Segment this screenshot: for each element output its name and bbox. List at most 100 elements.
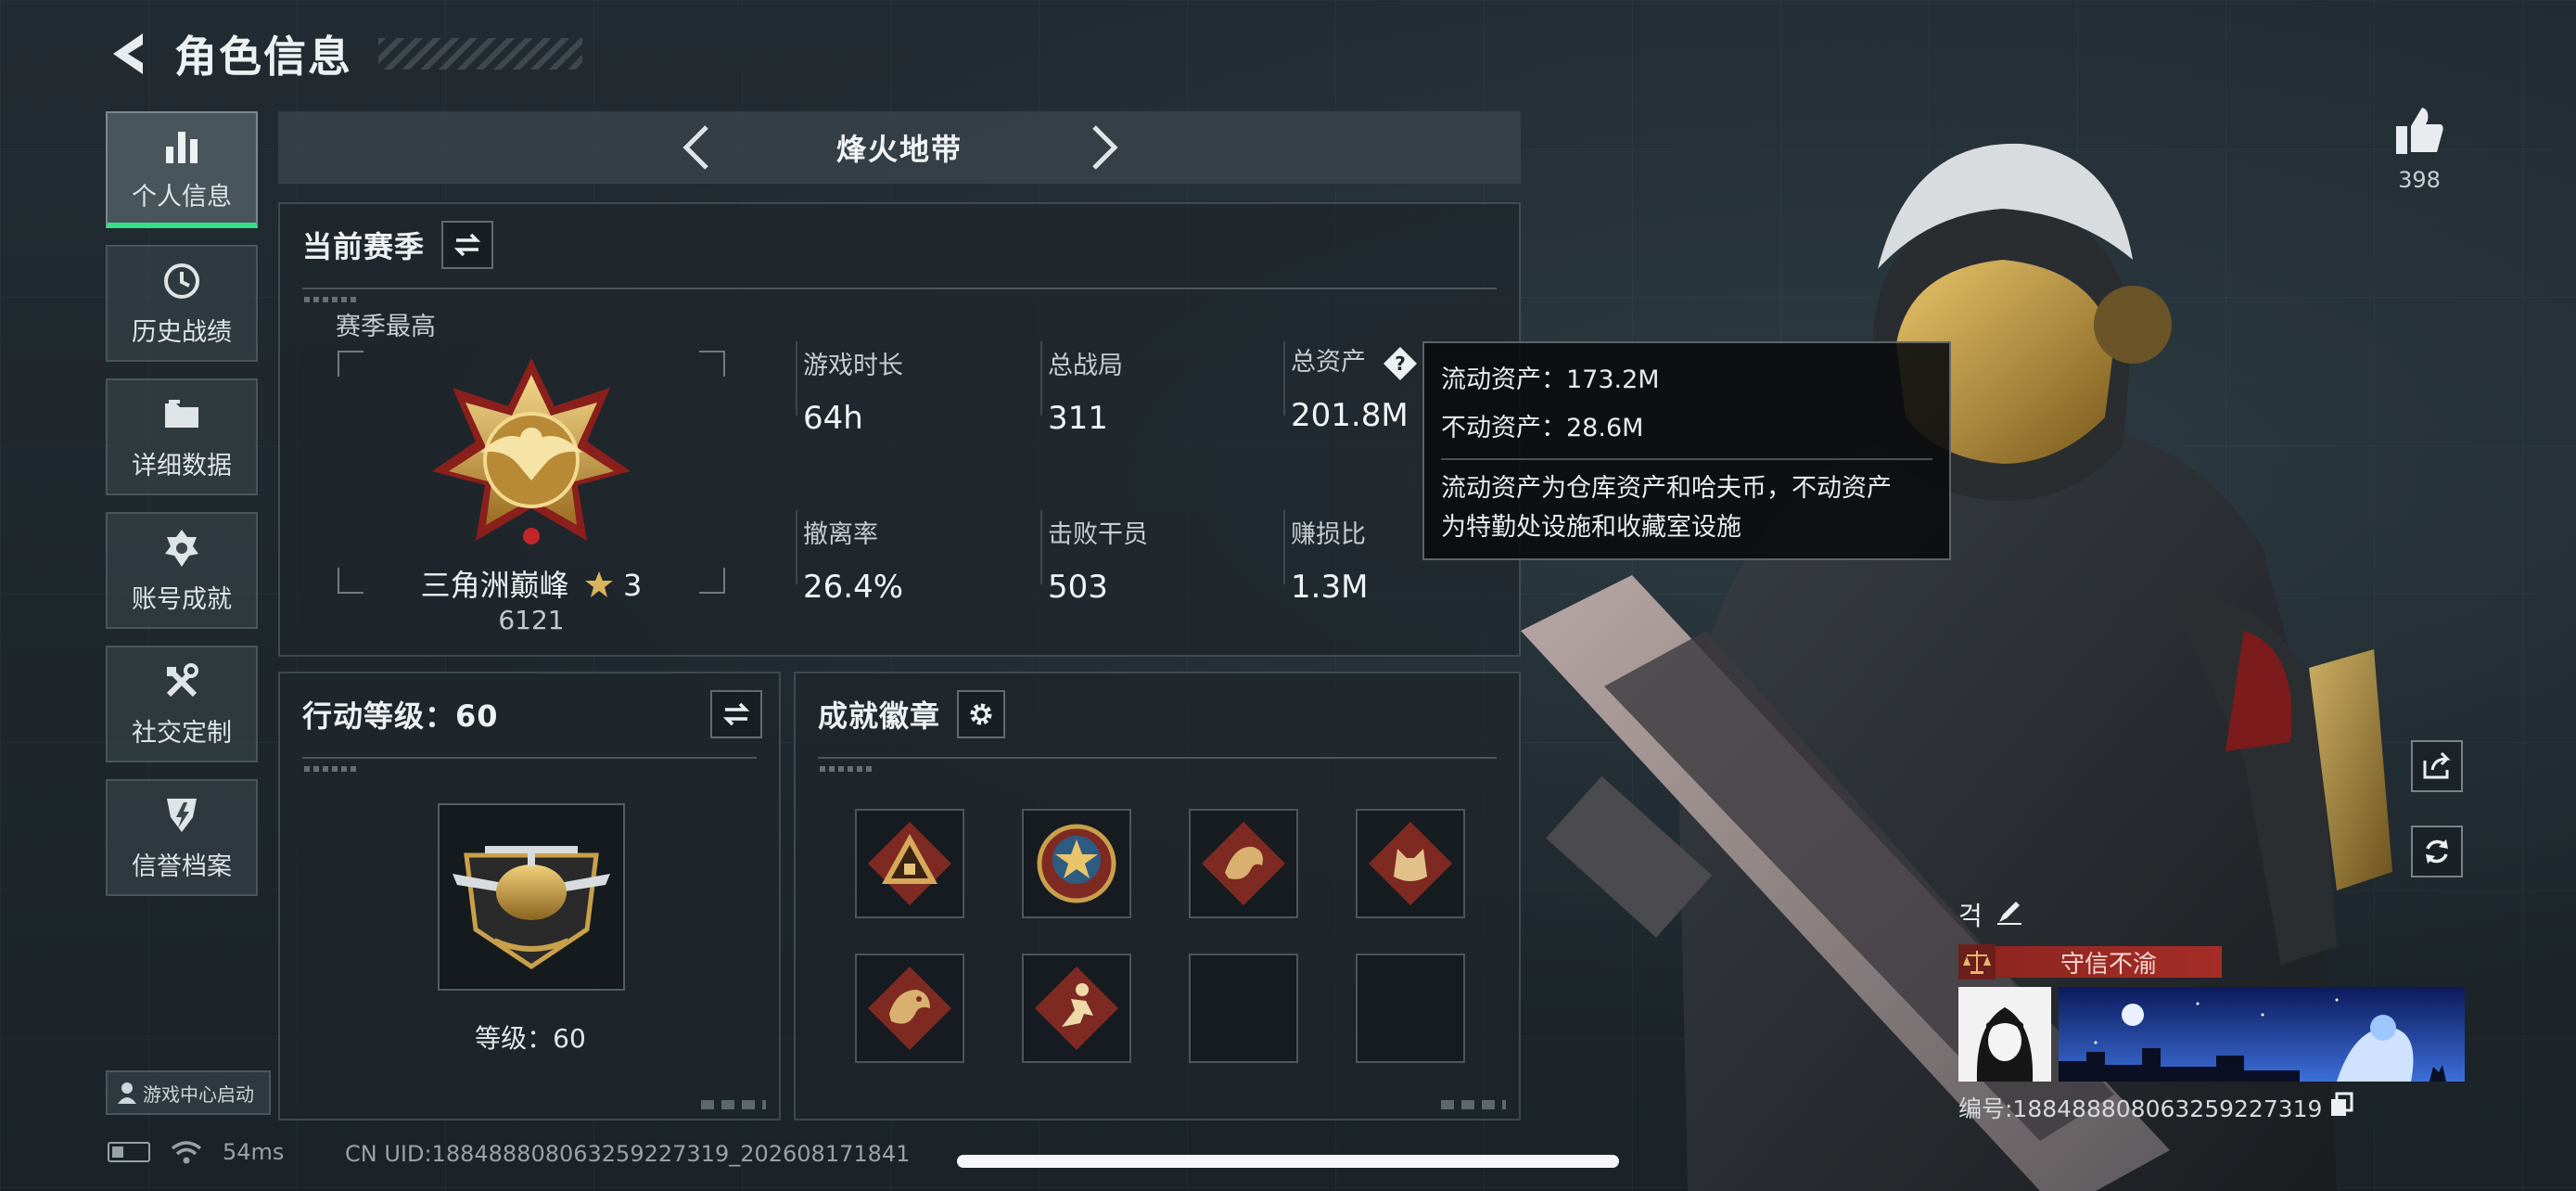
stat-value: 201.8M: [1291, 396, 1409, 434]
dragon-head-badge-icon: [868, 967, 951, 1050]
wolf-badge-icon: [1369, 822, 1452, 905]
badge-slot[interactable]: [855, 809, 964, 918]
status-bar: 54ms: [108, 1139, 284, 1165]
share-icon: [2423, 751, 2451, 779]
stat-label: 总战局: [1048, 352, 1123, 380]
player-name-row: 걱: [1958, 896, 2468, 933]
player-motto-row: 守信不渝: [1958, 944, 2468, 980]
corner-decoration: [1441, 1100, 1506, 1109]
divider-dots: [304, 766, 360, 772]
copy-uid-button[interactable]: [2329, 1092, 2353, 1123]
level-header: 行动等级：60: [302, 690, 762, 738]
battery-icon: [108, 1142, 150, 1162]
bar-chart-icon: [160, 124, 203, 167]
like-button[interactable]: 398: [2392, 104, 2446, 193]
level-emblem: [438, 803, 625, 991]
refresh-button[interactable]: [2411, 826, 2463, 877]
nav-item-detail-data[interactable]: 详细数据: [106, 378, 258, 495]
badge-slot-empty[interactable]: [1189, 954, 1298, 1063]
divider: [302, 288, 1497, 289]
avatar[interactable]: [1958, 987, 2051, 1082]
nav-item-social[interactable]: 社交定制: [106, 646, 258, 762]
nav-item-history[interactable]: 历史战绩: [106, 245, 258, 362]
action-level-panel: 行动等级：60 等级：60: [278, 672, 781, 1121]
swap-icon: [453, 233, 481, 257]
player-uid-row: 编号:188488808063259227319: [1958, 1091, 2468, 1124]
back-arrow-icon: [113, 33, 143, 74]
home-indicator[interactable]: [957, 1155, 1619, 1168]
stat-label-text: 总资产: [1291, 348, 1366, 377]
nav-item-achievements[interactable]: 账号成就: [106, 512, 258, 629]
badge-slot-empty[interactable]: [1356, 954, 1465, 1063]
rank-name: 三角洲巅峰 3: [338, 562, 725, 605]
title-decoration: [378, 38, 582, 70]
share-button[interactable]: [2411, 740, 2463, 792]
edit-name-button[interactable]: [1996, 898, 2023, 932]
stat-divider: [1283, 341, 1285, 416]
level-label: 等级：60: [475, 1023, 586, 1054]
credit-icon: [160, 794, 203, 837]
stat-divider: [1283, 510, 1285, 584]
dragon-badge-icon: [1202, 822, 1285, 905]
copy-icon: [2331, 1092, 2353, 1116]
stat-operators-defeated: 击败干员 503: [1048, 514, 1148, 606]
chevron-right-icon: [1092, 125, 1118, 170]
badges-settings-button[interactable]: [957, 690, 1006, 738]
cn-uid-line: CN UID:188488808063259227319_20260817184…: [345, 1141, 911, 1167]
badge-slot[interactable]: [1189, 809, 1298, 918]
stat-total-matches: 总战局 311: [1048, 345, 1123, 437]
assets-tooltip: 流动资产：173.2M 不动资产：28.6M 流动资产为仓库资产和哈夫币，不动资…: [1422, 341, 1951, 560]
header: 角色信息: [102, 24, 582, 83]
nav-label: 个人信息: [132, 182, 232, 211]
badge-slot[interactable]: [1022, 954, 1131, 1063]
divider: [302, 757, 757, 759]
mode-prev-button[interactable]: [671, 122, 721, 173]
badges-title: 成就徽章: [818, 698, 941, 734]
person-icon: [118, 1082, 136, 1104]
tools-icon: [160, 660, 203, 703]
tooltip-description-line1: 流动资产为仓库资产和哈夫币，不动资产: [1441, 474, 1892, 503]
profile-banner[interactable]: [2059, 987, 2465, 1082]
season-swap-button[interactable]: [441, 221, 494, 269]
game-center-launch-button[interactable]: 游戏中心启动: [106, 1070, 271, 1115]
svg-text:?: ?: [1395, 352, 1406, 375]
pyramid-badge-icon: [868, 822, 951, 905]
swap-icon: [722, 702, 750, 726]
stat-divider: [796, 341, 797, 416]
stat-value: 311: [1048, 400, 1108, 437]
badge-slot[interactable]: [1356, 809, 1465, 918]
divider-dots: [820, 766, 875, 772]
star-icon: [584, 571, 613, 597]
player-motto: 守信不渝: [1996, 946, 2222, 979]
gear-icon: [970, 703, 992, 725]
nav-label: 账号成就: [132, 584, 232, 614]
runner-badge-icon: [1035, 967, 1118, 1050]
level-swap-button[interactable]: [710, 690, 762, 738]
nav-label: 信誉档案: [132, 852, 232, 881]
nav-label: 社交定制: [132, 718, 232, 748]
stat-divider: [1040, 510, 1042, 584]
player-card: 걱 守信不渝 编号:188488808063259227319: [1958, 896, 2468, 1124]
nav-item-personal-info[interactable]: 个人信息: [106, 111, 258, 228]
back-button[interactable]: [102, 28, 154, 80]
season-panel: 当前赛季 赛季最高 三角洲巅峰 3 6121 游戏时长 64h 总战局 311 …: [278, 202, 1521, 657]
player-name: 걱: [1958, 901, 1983, 931]
stat-label: 赚损比: [1291, 520, 1366, 549]
badges-header: 成就徽章: [818, 690, 1006, 738]
chevron-left-icon: [682, 125, 708, 170]
rank-emblem-icon: [432, 358, 631, 544]
help-icon[interactable]: ?: [1382, 345, 1419, 382]
stat-value: 64h: [803, 400, 863, 437]
tooltip-description-line2: 为特勤处设施和收藏室设施: [1441, 513, 1741, 542]
level-title: 行动等级：60: [302, 698, 499, 734]
like-count: 398: [2398, 167, 2441, 193]
nav-item-credit[interactable]: 信誉档案: [106, 779, 258, 896]
mode-next-button[interactable]: [1079, 122, 1129, 173]
rank-stars: 3: [623, 568, 643, 603]
badge-slot[interactable]: [855, 954, 964, 1063]
stat-label: 总资产 ?: [1291, 341, 1419, 382]
badge-slot[interactable]: [1022, 809, 1131, 918]
history-icon: [160, 260, 203, 302]
page-title: 角色信息: [174, 32, 352, 82]
scale-icon: [1958, 944, 1996, 980]
